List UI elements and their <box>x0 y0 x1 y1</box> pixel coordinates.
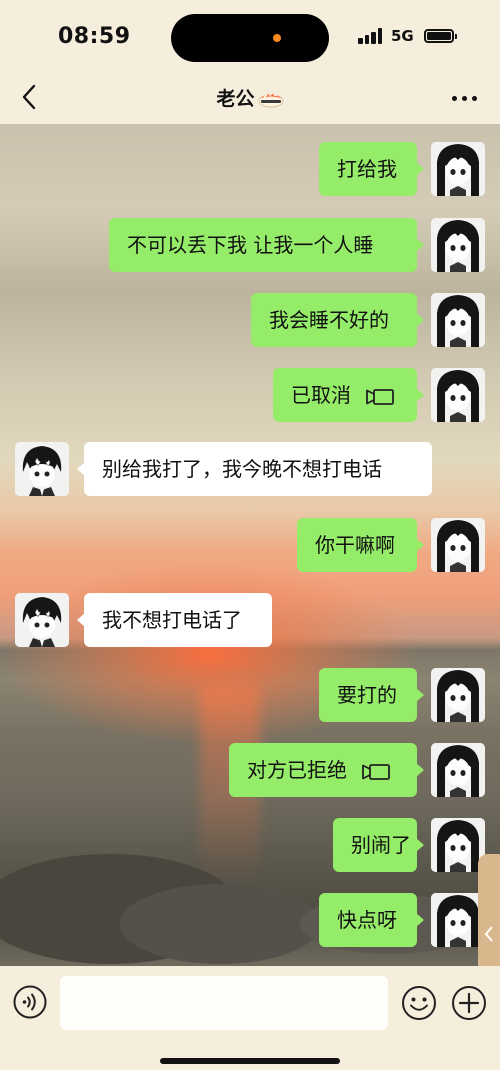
message-text: 别闹了 <box>351 833 411 857</box>
video-call-icon <box>366 388 394 405</box>
my-avatar[interactable] <box>431 218 485 272</box>
received-message-bubble[interactable]: 别给我打了，我今晚不想打电话 <box>77 442 432 496</box>
sent-message-bubble[interactable]: 要打的 <box>319 668 424 722</box>
sent-message-bubble[interactable]: 已取消 <box>273 368 424 422</box>
my-avatar[interactable] <box>431 818 485 872</box>
my-avatar[interactable] <box>431 668 485 722</box>
message-text: 别给我打了，我今晚不想打电话 <box>102 457 382 481</box>
message-text: 快点呀 <box>337 908 397 932</box>
video-call-icon <box>362 763 390 780</box>
signal-icon <box>358 28 384 44</box>
my-avatar[interactable] <box>431 893 485 947</box>
my-avatar[interactable] <box>431 368 485 422</box>
battery-icon <box>424 29 457 43</box>
dynamic-island <box>171 14 329 62</box>
message-text: 不可以丢下我 让我一个人睡 <box>127 233 374 257</box>
plus-icon[interactable] <box>451 985 487 1021</box>
message-text: 打给我 <box>337 157 397 181</box>
status-time: 08:59 <box>58 24 131 49</box>
home-indicator <box>160 1058 340 1064</box>
chevron-left-icon <box>484 926 493 942</box>
sent-message-bubble[interactable]: 你干嘛啊 <box>297 518 424 572</box>
emoji-icon[interactable] <box>401 985 437 1021</box>
message-text: 已取消 <box>291 383 351 407</box>
my-avatar[interactable] <box>431 518 485 572</box>
message-input[interactable] <box>60 976 388 1030</box>
contact-avatar[interactable] <box>15 593 69 647</box>
message-text: 我不想打电话了 <box>102 608 242 632</box>
message-text: 对方已拒绝 <box>247 758 347 782</box>
input-bar <box>0 966 500 1070</box>
received-message-bubble[interactable]: 我不想打电话了 <box>77 593 272 647</box>
chat-title: 老公 <box>0 84 500 111</box>
sent-message-bubble[interactable]: 我会睡不好的 <box>251 293 424 347</box>
side-drawer-tab[interactable] <box>478 854 500 966</box>
chat-title-text: 老公 <box>216 88 255 110</box>
background-rock <box>120 884 320 964</box>
sent-message-bubble[interactable]: 对方已拒绝 <box>229 743 424 797</box>
status-bar: 08:59 5G <box>0 0 500 72</box>
my-avatar[interactable] <box>431 293 485 347</box>
message-text: 要打的 <box>337 683 397 707</box>
voice-icon[interactable] <box>13 985 47 1019</box>
message-text: 我会睡不好的 <box>269 308 389 332</box>
chat-area[interactable]: 打给我不可以丢下我 让我一个人睡我会睡不好的已取消别给我打了，我今晚不想打电话你… <box>0 124 500 966</box>
sent-message-bubble[interactable]: 不可以丢下我 让我一个人睡 <box>109 218 424 272</box>
sushi-emoji-icon <box>258 93 283 108</box>
recording-dot-icon <box>273 34 281 42</box>
sent-message-bubble[interactable]: 别闹了 <box>333 818 424 872</box>
network-type: 5G <box>391 27 414 45</box>
nav-bar: 老公 <box>0 72 500 124</box>
message-text: 你干嘛啊 <box>315 533 395 557</box>
my-avatar[interactable] <box>431 142 485 196</box>
my-avatar[interactable] <box>431 743 485 797</box>
sent-message-bubble[interactable]: 快点呀 <box>319 893 424 947</box>
sent-message-bubble[interactable]: 打给我 <box>319 142 424 196</box>
contact-avatar[interactable] <box>15 442 69 496</box>
more-icon[interactable] <box>452 88 478 108</box>
